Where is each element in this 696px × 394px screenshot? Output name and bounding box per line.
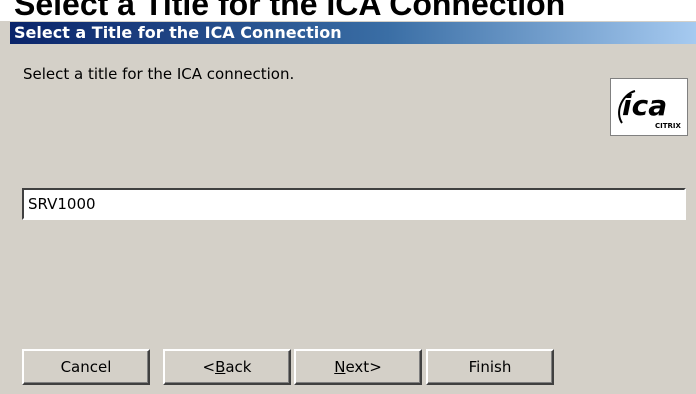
instruction-text: Select a title for the ICA connection. <box>23 65 295 83</box>
wizard-dialog: Select a Title for the ICA Connection Se… <box>0 21 696 394</box>
finish-button[interactable]: Finish <box>426 349 554 385</box>
next-button[interactable]: Next> <box>294 349 422 385</box>
citrix-logo-text: CITRIX <box>655 122 682 130</box>
back-button[interactable]: <Back <box>163 349 291 385</box>
cancel-button[interactable]: Cancel <box>22 349 150 385</box>
cancel-button-label: Cancel <box>60 358 112 376</box>
dialog-title-bar: Select a Title for the ICA Connection <box>10 22 696 44</box>
ica-citrix-logo: ica CITRIX <box>610 78 688 136</box>
finish-button-label: Finish <box>468 358 512 376</box>
back-button-label: <Back <box>202 358 252 376</box>
ica-logo-text: ica <box>622 89 667 122</box>
page-heading: Select a Title for the ICA Connection <box>14 0 566 22</box>
next-button-label: Next> <box>334 358 382 376</box>
connection-title-input[interactable] <box>22 188 686 220</box>
